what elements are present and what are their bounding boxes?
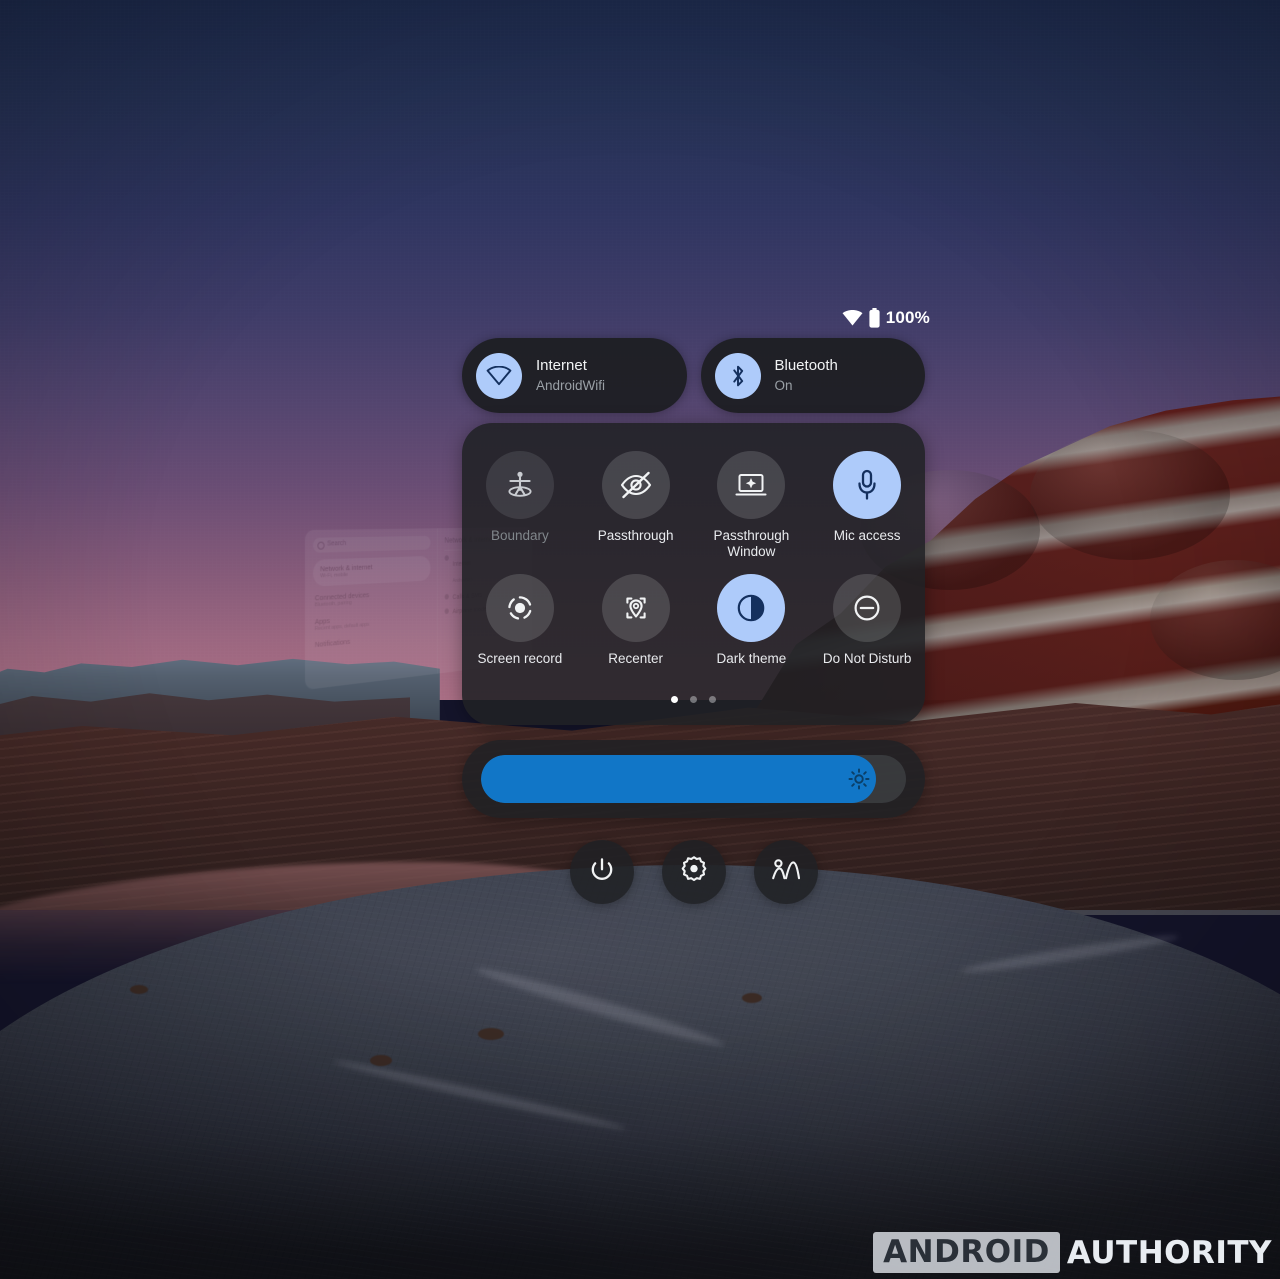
qs-tile-do-not-disturb[interactable]: Do Not Disturb — [809, 573, 925, 667]
qs-tile-recenter[interactable]: Recenter — [578, 573, 694, 667]
gear-icon — [679, 855, 709, 890]
brightness-slider-fill — [481, 755, 877, 803]
pebble-4 — [130, 985, 148, 994]
bluetooth-tile-text: Bluetooth On — [775, 356, 838, 394]
watermark-authority: AUTHORITY — [1066, 1234, 1272, 1271]
status-bar: 100% — [0, 308, 930, 328]
qs-tile-label: Passthrough — [597, 528, 674, 543]
eye-off-icon — [601, 451, 670, 519]
environment-button[interactable] — [753, 840, 818, 904]
bluetooth-tile-subtitle: On — [774, 377, 793, 393]
qs-tile-mic-access[interactable]: Mic access — [809, 451, 925, 560]
pebble-2 — [478, 1028, 504, 1040]
wifi-icon — [842, 310, 863, 326]
footer-actions — [462, 840, 925, 904]
background-window-nav: Search Network & internet Wi-Fi, mobile … — [305, 528, 437, 690]
qs-tile-label: Boundary — [490, 528, 549, 543]
internet-tile-text: Internet AndroidWifi — [536, 356, 605, 394]
power-button[interactable] — [569, 840, 634, 904]
background-nav-item-notifications[interactable]: Notifications — [313, 630, 430, 650]
wifi-icon — [444, 555, 449, 561]
page-dot-2[interactable] — [690, 696, 697, 703]
passthrough-window-icon — [717, 451, 786, 519]
qs-tile-dark-theme[interactable]: Dark theme — [694, 573, 810, 667]
internet-tile-subtitle: AndroidWifi — [536, 377, 606, 393]
airplane-icon — [444, 608, 449, 615]
battery-full-icon — [868, 308, 881, 328]
page-dot-3[interactable] — [709, 696, 716, 703]
pebble-3 — [742, 993, 762, 1003]
background-search-field[interactable]: Search — [313, 535, 431, 553]
internet-tile[interactable]: Internet AndroidWifi — [462, 338, 687, 413]
landscape-icon — [771, 857, 801, 888]
cliff-lump-2 — [1030, 430, 1230, 560]
bluetooth-icon — [714, 352, 761, 399]
recenter-pin-icon — [601, 573, 670, 642]
watermark-android: ANDROID — [873, 1232, 1060, 1273]
pebble-1 — [370, 1055, 392, 1066]
wifi-icon — [476, 352, 522, 399]
contrast-icon — [717, 573, 786, 642]
qs-tile-label: Mic access — [833, 528, 901, 543]
qs-tile-passthrough[interactable]: Passthrough — [578, 451, 694, 560]
qs-tile-label: Dark theme — [716, 650, 787, 666]
watermark: ANDROID AUTHORITY — [873, 1232, 1274, 1273]
qs-tile-label: Passthrough Window — [713, 528, 790, 559]
background-nav-title: Notifications — [314, 636, 351, 650]
microphone-icon — [833, 451, 902, 519]
bluetooth-tile-title: Bluetooth — [774, 357, 838, 375]
brightness-icon — [848, 768, 870, 790]
boundary-icon — [485, 451, 554, 519]
background-nav-item-apps[interactable]: Apps Recent apps, default apps — [313, 608, 430, 633]
brightness-panel — [462, 740, 925, 818]
qs-tile-label: Screen record — [477, 650, 563, 666]
quick-settings-panel: Boundary Passthrough Passthrough Window … — [462, 423, 925, 725]
settings-button[interactable] — [661, 840, 726, 904]
bluetooth-tile[interactable]: Bluetooth On — [700, 338, 925, 413]
qs-tile-label: Recenter — [608, 650, 664, 666]
background-nav-item-network[interactable]: Network & internet Wi-Fi, mobile — [313, 555, 431, 587]
background-search-placeholder: Search — [327, 540, 347, 548]
internet-tile-title: Internet — [536, 357, 587, 375]
page-dot-1[interactable] — [671, 696, 678, 703]
connectivity-tiles-row: Internet AndroidWifi Bluetooth On — [462, 338, 925, 413]
battery-percent-label: 100% — [885, 308, 930, 327]
qs-tile-boundary[interactable]: Boundary — [462, 451, 578, 560]
do-not-disturb-icon — [833, 573, 902, 642]
xr-quick-settings-screen: Search Network & internet Wi-Fi, mobile … — [0, 0, 1280, 1279]
qs-tile-passthrough-window[interactable]: Passthrough Window — [694, 451, 810, 560]
quick-settings-page-indicator[interactable] — [462, 696, 925, 703]
power-icon — [588, 856, 616, 889]
qs-tile-label: Do Not Disturb — [822, 650, 912, 666]
screen-record-icon — [485, 573, 554, 642]
background-nav-item-connected[interactable]: Connected devices Bluetooth, pairing — [313, 587, 430, 610]
brightness-slider[interactable] — [481, 755, 906, 803]
phone-icon — [444, 593, 449, 600]
quick-settings-grid: Boundary Passthrough Passthrough Window … — [462, 451, 925, 667]
qs-tile-screen-record[interactable]: Screen record — [462, 573, 578, 667]
